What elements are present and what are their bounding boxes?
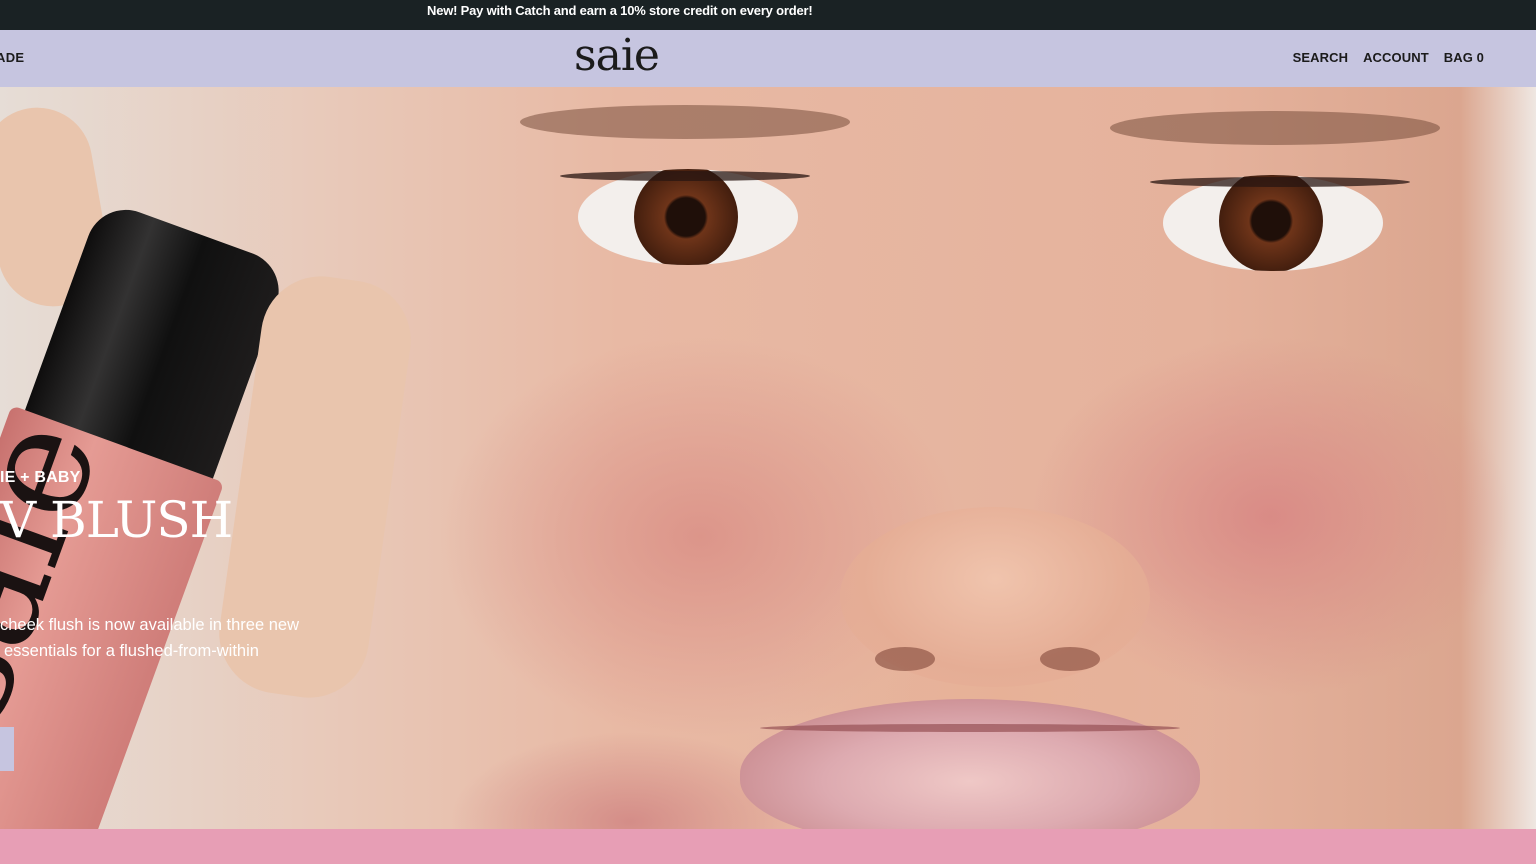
brand-logo[interactable]: saie xyxy=(574,30,660,82)
hero-banner: saie IE + BABY V BLUSH cheek flush is no… xyxy=(0,87,1536,829)
lip-line xyxy=(760,724,1180,732)
promo-strip xyxy=(0,829,1536,864)
right-nostril xyxy=(1040,647,1100,671)
right-iris xyxy=(1219,175,1323,271)
left-eye xyxy=(578,169,798,265)
site-header: ADE saie SEARCH ACCOUNT BAG 0 xyxy=(0,30,1536,87)
announcement-text[interactable]: New! Pay with Catch and earn a 10% store… xyxy=(427,3,813,18)
hero-eyebrow: IE + BABY xyxy=(0,469,81,486)
hero-headline: V BLUSH xyxy=(0,491,233,549)
right-eyebrow xyxy=(1110,111,1440,145)
search-link[interactable]: SEARCH xyxy=(1293,50,1349,65)
hero-description: cheek flush is now available in three ne… xyxy=(0,612,299,664)
utility-nav: SEARCH ACCOUNT BAG 0 xyxy=(1293,50,1484,65)
nav-item-shop-shade[interactable]: ADE xyxy=(0,50,24,65)
announcement-bar: New! Pay with Catch and earn a 10% store… xyxy=(0,0,1536,30)
bottle-logo: saie xyxy=(0,397,134,742)
hero-cta-button[interactable] xyxy=(0,727,14,771)
bag-link[interactable]: BAG 0 xyxy=(1444,50,1484,65)
hero-description-line2: essentials for a flushed-from-within xyxy=(4,642,259,660)
left-eyebrow xyxy=(520,105,850,139)
right-eye xyxy=(1163,175,1383,271)
account-link[interactable]: ACCOUNT xyxy=(1363,50,1429,65)
lips xyxy=(740,699,1200,829)
hero-description-line1: cheek flush is now available in three ne… xyxy=(0,616,300,634)
left-iris xyxy=(634,169,738,265)
left-nostril xyxy=(875,647,935,671)
left-lash-line xyxy=(560,171,810,181)
right-lash-line xyxy=(1150,177,1410,187)
